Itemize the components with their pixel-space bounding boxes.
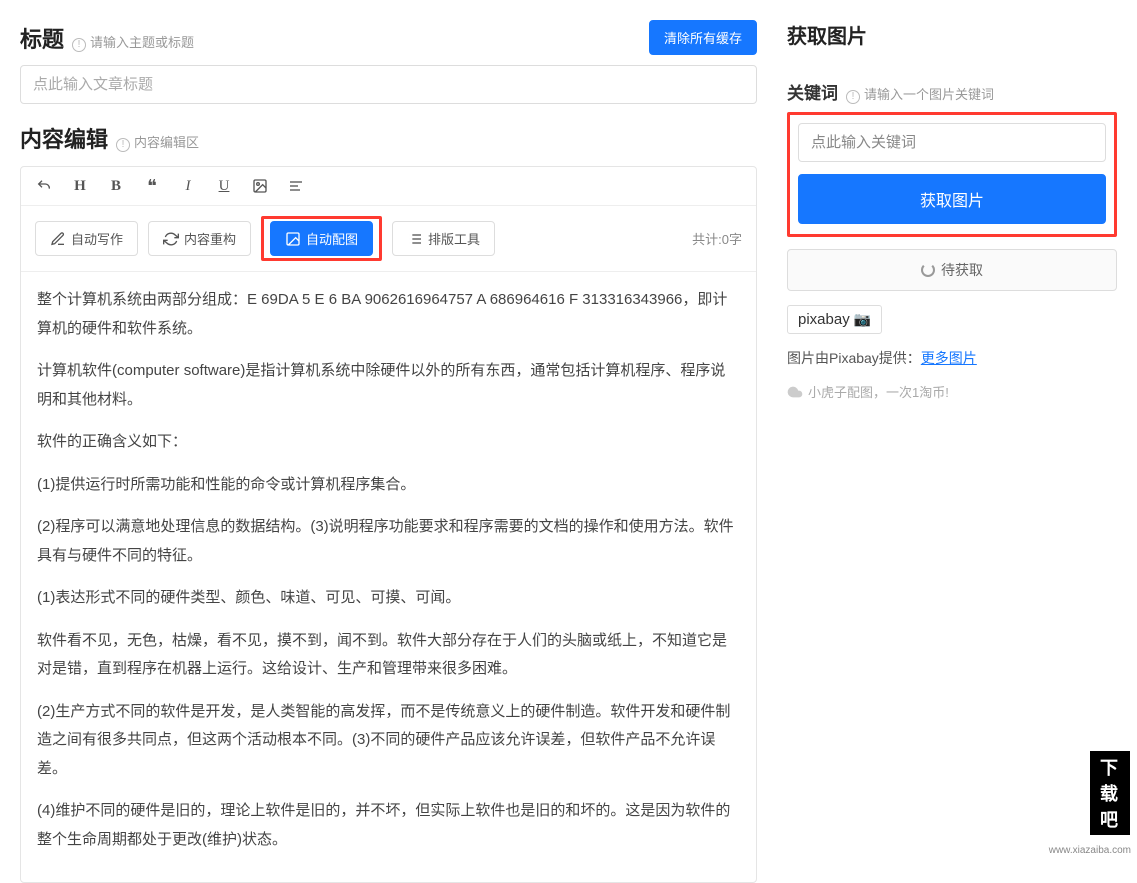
info-icon: ! [116,138,130,152]
format-toolbar: H B ❝ I U [21,167,756,206]
paragraph: (4)维护不同的硬件是旧的，理论上软件是旧的，并不坏，但实际上软件也是旧的和坏的… [37,797,740,854]
image-source-text: 图片由Pixabay提供：更多图片 [787,348,1117,368]
auto-image-highlight: 自动配图 [261,216,382,261]
clear-cache-button[interactable]: 清除所有缓存 [649,20,757,55]
pencil-icon [50,231,66,247]
fetch-image-button[interactable]: 获取图片 [798,174,1106,224]
content-edit-hint: !内容编辑区 [116,132,199,152]
cloud-icon [787,384,803,400]
bold-icon[interactable]: B [107,177,125,195]
word-count: 共计:0字 [692,229,742,248]
keyword-label: 关键词 [787,79,838,104]
article-title-input[interactable] [20,65,757,104]
picture-icon [285,231,301,247]
keyword-input[interactable] [798,123,1106,162]
watermark-url: www.xiazaiba.com [1049,845,1131,856]
paragraph: 软件的正确含义如下： [37,428,740,457]
paragraph: 计算机软件(computer software)是指计算机系统中除硬件以外的所有… [37,357,740,414]
paragraph: (1)提供运行时所需功能和性能的命令或计算机程序集合。 [37,471,740,500]
editor-body[interactable]: 整个计算机系统由两部分组成：E 69DA 5 E 6 BA 9062616964… [21,272,756,882]
loading-icon [921,263,935,277]
align-icon[interactable] [287,177,305,195]
keyword-hint: !请输入一个图片关键词 [846,84,994,104]
title-label: 标题 [20,22,64,54]
quote-icon[interactable]: ❝ [143,177,161,195]
content-restructure-button[interactable]: 内容重构 [148,221,251,256]
paragraph: (2)生产方式不同的软件是开发，是人类智能的高发挥，而不是传统意义上的硬件制造。… [37,698,740,784]
title-hint: !请输入主题或标题 [72,32,194,52]
italic-icon[interactable]: I [179,177,197,195]
layout-tool-button[interactable]: 排版工具 [392,221,495,256]
fetch-status: 待获取 [787,249,1117,291]
camera-icon: 📷 [854,311,871,328]
action-toolbar: 自动写作 内容重构 自动配图 排版工具 [21,206,756,272]
fetch-image-title: 获取图片 [787,20,1117,49]
info-icon: ! [72,38,86,52]
paragraph: 软件看不见，无色，枯燥，看不见，摸不到，闻不到。软件大部分存在于人们的头脑或纸上… [37,627,740,684]
pixabay-badge: pixabay 📷 [787,305,882,334]
main-content: 标题 !请输入主题或标题 清除所有缓存 内容编辑 !内容编辑区 [0,0,777,860]
keyword-highlight-box: 获取图片 [787,112,1117,237]
undo-icon[interactable] [35,177,53,195]
paragraph: (1)表达形式不同的硬件类型、颜色、味道、可见、可摸、可闻。 [37,584,740,613]
auto-image-button[interactable]: 自动配图 [270,221,373,256]
title-header-row: 标题 !请输入主题或标题 清除所有缓存 [20,20,757,55]
paragraph: (2)程序可以满意地处理信息的数据结构。(3)说明程序功能要求和程序需要的文档的… [37,513,740,570]
editor-container: H B ❝ I U 自动写作 [20,166,757,883]
info-icon: ! [846,90,860,104]
auto-write-button[interactable]: 自动写作 [35,221,138,256]
refresh-icon [163,231,179,247]
heading-icon[interactable]: H [71,177,89,195]
paragraph: 整个计算机系统由两部分组成：E 69DA 5 E 6 BA 9062616964… [37,286,740,343]
more-images-link[interactable]: 更多图片 [921,350,977,366]
sidebar: 获取图片 关键词 !请输入一个图片关键词 获取图片 待获取 pixabay 📷 … [777,0,1137,860]
watermark: 下载吧 [1089,750,1131,836]
footer-text: 小虎子配图，一次1淘币! [787,382,1117,401]
layout-icon [407,231,423,247]
image-icon[interactable] [251,177,269,195]
content-edit-label: 内容编辑 [20,122,108,154]
underline-icon[interactable]: U [215,177,233,195]
